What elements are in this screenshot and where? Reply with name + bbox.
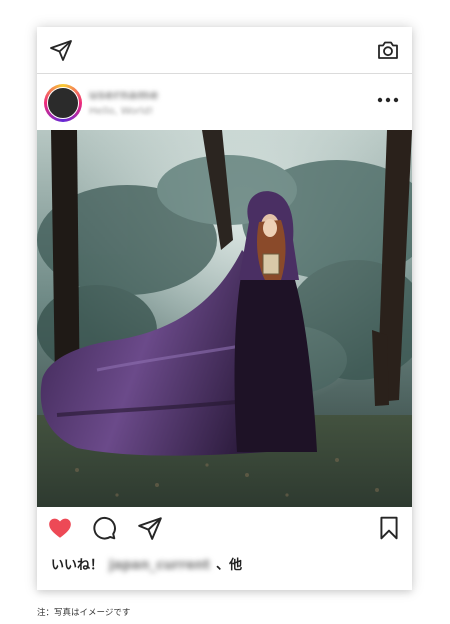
post-actions: [37, 507, 412, 547]
more-horizontal-icon[interactable]: [376, 96, 400, 104]
top-bar: [37, 27, 412, 74]
avatar-story-ring[interactable]: [44, 84, 82, 122]
post-photo[interactable]: [37, 130, 412, 507]
likes-line: いいね！ japan_current 、他: [51, 554, 242, 573]
comment-icon[interactable]: [91, 515, 117, 541]
avatar[interactable]: [47, 87, 79, 119]
bookmark-icon[interactable]: [376, 515, 402, 541]
username[interactable]: username: [89, 88, 158, 102]
footnote: 注：写真はイメージです: [37, 608, 131, 618]
photo-illustration: [37, 130, 412, 507]
likes-prefix: いいね！: [51, 558, 104, 573]
share-paper-plane-icon[interactable]: [137, 515, 163, 541]
liked-by-username[interactable]: japan_current: [109, 558, 210, 573]
heart-icon[interactable]: [47, 515, 73, 541]
paper-plane-icon[interactable]: [49, 38, 73, 62]
camera-icon[interactable]: [376, 38, 400, 62]
instagram-post-card: username Hello, World! いいね！ japan_curren…: [37, 27, 412, 590]
likes-suffix[interactable]: 、他: [216, 558, 242, 573]
post-location: Hello, World!: [89, 106, 154, 117]
post-header: username Hello, World!: [37, 74, 412, 130]
